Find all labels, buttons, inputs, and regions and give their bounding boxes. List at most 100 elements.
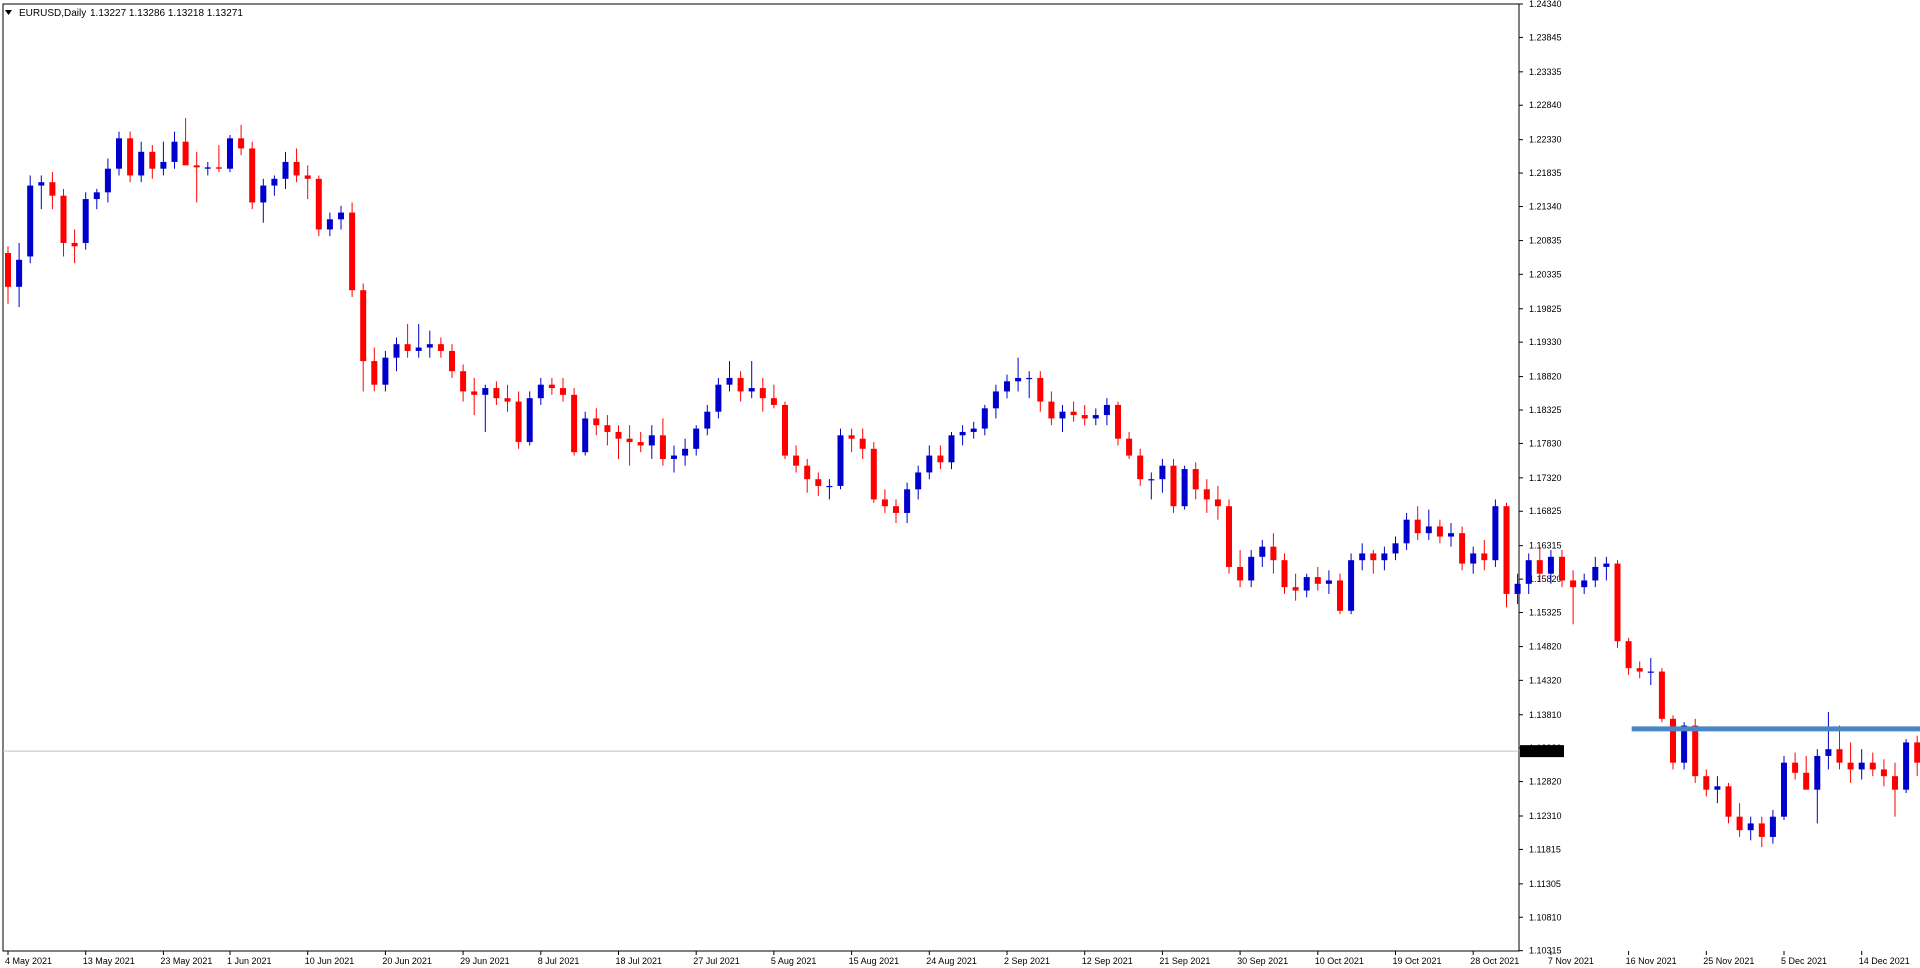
candle-body[interactable] [138, 151, 145, 176]
candle-body[interactable] [482, 388, 489, 395]
candle-body[interactable] [449, 350, 455, 372]
candle-body[interactable] [704, 411, 711, 429]
candle-body[interactable] [1170, 465, 1177, 507]
candle-body[interactable] [1792, 762, 1799, 773]
candle-body[interactable] [426, 344, 433, 348]
candle-body[interactable] [1914, 742, 1920, 763]
candle-body[interactable] [16, 259, 23, 287]
candle-body[interactable] [71, 242, 78, 247]
candle-body[interactable] [1647, 671, 1654, 673]
candle-body[interactable] [1625, 641, 1632, 669]
candle-body[interactable] [1459, 533, 1466, 564]
candle-body[interactable] [504, 398, 511, 402]
candle-body[interactable] [593, 418, 600, 426]
candle-body[interactable] [992, 391, 999, 409]
candle-body[interactable] [826, 485, 833, 488]
candle-body[interactable] [1492, 506, 1499, 561]
candle-body[interactable] [1259, 546, 1266, 557]
candle-body[interactable] [1670, 718, 1676, 763]
candle-body[interactable] [859, 438, 866, 449]
candle-body[interactable] [93, 192, 100, 200]
candle-body[interactable] [238, 138, 245, 149]
candle-body[interactable] [1758, 823, 1765, 837]
candle-body[interactable] [970, 428, 977, 432]
candle-body[interactable] [282, 161, 289, 179]
candle-body[interactable] [1137, 455, 1144, 480]
candle-body[interactable] [1115, 404, 1121, 439]
candle-body[interactable] [1325, 580, 1332, 584]
candle-body[interactable] [1825, 749, 1832, 756]
candle-body[interactable] [1636, 668, 1643, 672]
candle-body[interactable] [615, 431, 622, 439]
candle-body[interactable] [1226, 506, 1232, 567]
candle-body[interactable] [926, 455, 933, 473]
candle-body[interactable] [848, 435, 855, 439]
candle-body[interactable] [1348, 560, 1355, 611]
candle-body[interactable] [493, 388, 500, 399]
candle-body[interactable] [1126, 438, 1133, 456]
candle-body[interactable] [937, 455, 944, 463]
candle-body[interactable] [659, 435, 666, 459]
candle-body[interactable] [726, 377, 733, 385]
candle-body[interactable] [1381, 553, 1388, 561]
candle-body[interactable] [5, 253, 11, 287]
candle-body[interactable] [915, 472, 922, 490]
candle-body[interactable] [1337, 580, 1343, 611]
candle-body[interactable] [904, 489, 911, 513]
candle-body[interactable] [1181, 469, 1188, 507]
candle-body[interactable] [1703, 776, 1710, 790]
candle-body[interactable] [1314, 577, 1321, 584]
candle-body[interactable] [360, 290, 367, 362]
candle-body[interactable] [1892, 776, 1898, 790]
candle-body[interactable] [260, 185, 267, 203]
candle-body[interactable] [1814, 755, 1821, 790]
candle-body[interactable] [116, 138, 122, 169]
candle-body[interactable] [1414, 519, 1421, 534]
candle-body[interactable] [27, 185, 34, 257]
candle-body[interactable] [1059, 411, 1066, 419]
candle-body[interactable] [1281, 560, 1288, 588]
candle-body[interactable] [748, 388, 755, 392]
candle-body[interactable] [437, 344, 444, 351]
candle-body[interactable] [326, 219, 333, 230]
candle-body[interactable] [582, 418, 589, 453]
candle-body[interactable] [1725, 786, 1732, 817]
candle-body[interactable] [1048, 401, 1055, 419]
candle-body[interactable] [1858, 762, 1865, 770]
candle-body[interactable] [1769, 816, 1776, 837]
candle-body[interactable] [648, 435, 655, 446]
candle-body[interactable] [1192, 469, 1199, 490]
candle-body[interactable] [948, 435, 955, 463]
candle-body[interactable] [1425, 526, 1432, 534]
candle-body[interactable] [171, 141, 178, 162]
candle-body[interactable] [1714, 786, 1721, 790]
candle-body[interactable] [1270, 546, 1277, 561]
candle-body[interactable] [793, 455, 800, 466]
candle-body[interactable] [49, 182, 56, 196]
candle-body[interactable] [193, 165, 200, 168]
candle-body[interactable] [1092, 415, 1099, 419]
candle-body[interactable] [1692, 725, 1699, 777]
candle-body[interactable] [959, 431, 966, 436]
candle-body[interactable] [1070, 411, 1077, 416]
candle-body[interactable] [1547, 556, 1554, 574]
candle-body[interactable] [1880, 769, 1887, 777]
candle-body[interactable] [1736, 816, 1743, 831]
candle-body[interactable] [1203, 489, 1210, 500]
candle-body[interactable] [1159, 465, 1166, 480]
candle-body[interactable] [1403, 519, 1410, 544]
candle-body[interactable] [471, 391, 478, 395]
candle-body[interactable] [1514, 583, 1521, 594]
candle-body[interactable] [804, 465, 811, 480]
candle-body[interactable] [981, 408, 988, 429]
candle-body[interactable] [38, 182, 45, 186]
candle-body[interactable] [571, 394, 578, 453]
candle-body[interactable] [515, 401, 522, 443]
candle-body[interactable] [1103, 404, 1110, 416]
candle-body[interactable] [537, 384, 544, 399]
candle-body[interactable] [1436, 526, 1443, 537]
candle-body[interactable] [227, 138, 233, 169]
candle-body[interactable] [415, 347, 422, 351]
candle-body[interactable] [1004, 381, 1010, 392]
candle-body[interactable] [1448, 533, 1454, 537]
